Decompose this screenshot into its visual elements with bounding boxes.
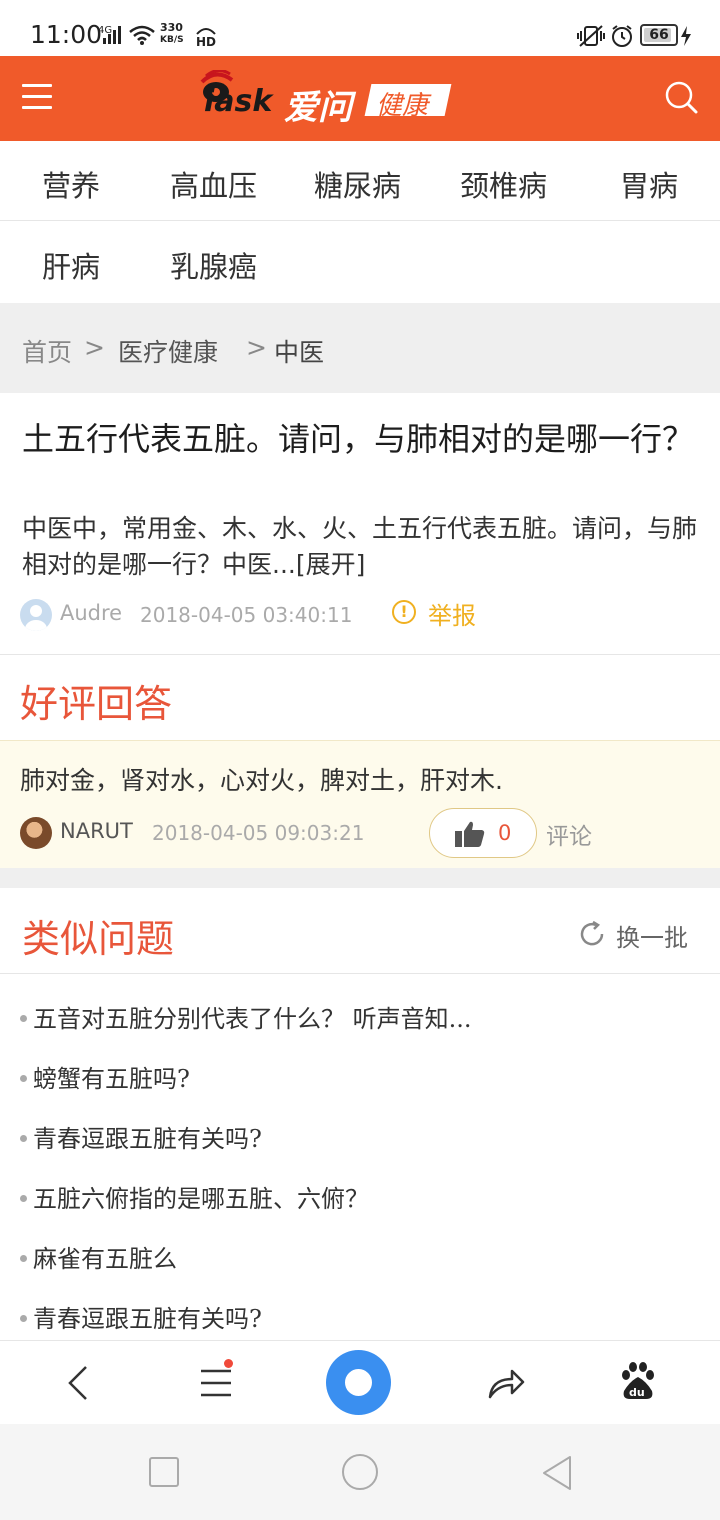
answer-user[interactable]: NARUT [60, 819, 133, 843]
category-nutrition[interactable]: 营养 [42, 163, 100, 205]
category-stomach[interactable]: 胃病 [620, 163, 678, 205]
breadcrumb-tcm[interactable]: 中医 [274, 333, 324, 369]
battery-level: 66 [649, 27, 669, 43]
speed-value: 330 [160, 21, 183, 34]
category-diabetes[interactable]: 糖尿病 [314, 163, 401, 205]
battery-indicator: 66 [640, 24, 678, 46]
user-avatar-icon [25, 605, 47, 631]
search-icon[interactable] [664, 80, 698, 114]
menu-bar-icon [22, 95, 52, 98]
vibrate-mute-icon [577, 25, 605, 47]
list-item[interactable]: 青春逗跟五脏有关吗? [20, 1299, 700, 1343]
breadcrumb-separator: > [246, 333, 267, 362]
like-button[interactable]: 0 [429, 808, 537, 858]
logo-brand: iask [204, 84, 273, 119]
home-button[interactable] [342, 1454, 378, 1490]
category-breast-cancer[interactable]: 乳腺癌 [170, 244, 257, 286]
list-item-text: 青春逗跟五脏有关吗? [33, 1125, 262, 1153]
report-button[interactable]: 举报 [428, 596, 476, 631]
list-item-text: 五音对五脏分别代表了什么？ 听声音知... [33, 1005, 472, 1033]
avatar[interactable] [20, 817, 52, 849]
comment-button[interactable]: 评论 [546, 817, 592, 851]
like-count: 0 [498, 821, 512, 845]
menu-bar-icon [22, 106, 52, 109]
list-item[interactable]: 麻雀有五脏么 [20, 1239, 700, 1283]
menu-button[interactable] [22, 84, 54, 110]
similar-title: 类似问题 [22, 917, 175, 961]
question-time: 2018-04-05 03:40:11 [140, 603, 353, 627]
answer-time: 2018-04-05 09:03:21 [152, 821, 365, 845]
logo-aiwen: 爱问 [284, 88, 352, 128]
question-user[interactable]: Audre [60, 601, 122, 625]
breadcrumb: 首页 > 医疗健康 > 中医 [0, 303, 720, 393]
avatar[interactable] [20, 599, 52, 631]
breadcrumb-medical[interactable]: 医疗健康 [118, 333, 218, 369]
share-icon[interactable] [486, 1363, 526, 1403]
list-item[interactable]: 螃蟹有五脏吗? [20, 1059, 700, 1103]
bullet-icon [20, 1195, 27, 1202]
bullet-icon [20, 1315, 27, 1322]
category-row: 营养 高血压 糖尿病 颈椎病 胃病 [0, 141, 720, 221]
question-title: 土五行代表五脏。请问，与肺相对的是哪一行？ [22, 420, 695, 458]
status-time: 11:00 [30, 20, 103, 49]
recents-button[interactable] [149, 1457, 179, 1487]
expand-link[interactable]: [展开] [296, 550, 366, 579]
speed-unit: KB/S [160, 35, 184, 45]
thumbs-up-icon [455, 821, 485, 847]
list-item-text: 五脏六俯指的是哪五脏、六俯？ [33, 1185, 369, 1213]
menu-icon[interactable] [198, 1363, 234, 1403]
good-answer-header: 好评回答 [0, 655, 720, 740]
signal-icon [103, 26, 121, 44]
logo-section: 健康 [376, 91, 429, 121]
category-cervical[interactable]: 颈椎病 [460, 163, 547, 205]
hd-icon: HD [196, 28, 216, 48]
breadcrumb-home[interactable]: 首页 [22, 333, 72, 369]
baidu-icon[interactable]: du [618, 1361, 658, 1403]
site-logo[interactable]: iask 爱问 健康 [196, 66, 456, 130]
list-item[interactable]: 五脏六俯指的是哪五脏、六俯？ [20, 1179, 700, 1223]
system-back-icon[interactable] [540, 1454, 574, 1492]
svg-text:du: du [629, 1386, 645, 1399]
svg-text:HD: HD [196, 35, 216, 48]
network-speed: 330 KB/S [160, 22, 184, 46]
bullet-icon [20, 1255, 27, 1262]
question-body: 中医中，常用金、木、水、火、土五行代表五脏。请问，与肺相对的是哪一行？中医...… [22, 511, 702, 583]
good-answer-title: 好评回答 [20, 682, 173, 726]
answer-text: 肺对金，肾对水，心对火，脾对土，肝对木. [20, 766, 503, 795]
category-nav: 营养 高血压 糖尿病 颈椎病 胃病 肝病 乳腺癌 [0, 141, 720, 303]
wifi-icon [129, 25, 155, 45]
refresh-button[interactable]: 换一批 [616, 918, 688, 953]
list-item[interactable]: 青春逗跟五脏有关吗? [20, 1119, 700, 1163]
report-icon[interactable]: ! [392, 600, 416, 624]
list-item-text: 麻雀有五脏么 [33, 1245, 177, 1273]
browser-toolbar: du [0, 1340, 720, 1424]
home-icon[interactable] [326, 1350, 391, 1415]
notification-dot [224, 1359, 233, 1368]
list-item-text: 青春逗跟五脏有关吗? [33, 1305, 262, 1333]
alarm-icon [612, 25, 632, 47]
bullet-icon [20, 1075, 27, 1082]
home-icon-ring [345, 1369, 372, 1396]
list-item[interactable]: 五音对五脏分别代表了什么？ 听声音知... [20, 999, 700, 1043]
category-hypertension[interactable]: 高血压 [170, 163, 257, 205]
question-card: 土五行代表五脏。请问，与肺相对的是哪一行？ 中医中，常用金、木、水、火、土五行代… [0, 393, 720, 655]
menu-bar-icon [22, 84, 52, 87]
similar-header: 类似问题 换一批 [0, 888, 720, 974]
site-header: iask 爱问 健康 [0, 56, 720, 141]
category-liver[interactable]: 肝病 [42, 244, 100, 286]
status-bar: 11:00 4G 330 KB/S HD 66 [0, 0, 720, 56]
category-row: 肝病 乳腺癌 [0, 222, 720, 302]
bullet-icon [20, 1135, 27, 1142]
answer-card: 肺对金，肾对水，心对火，脾对土，肝对木. NARUT 2018-04-05 09… [0, 740, 720, 868]
section-divider [0, 868, 720, 888]
bullet-icon [20, 1015, 27, 1022]
breadcrumb-separator: > [84, 333, 105, 362]
system-nav-bar [0, 1424, 720, 1520]
back-icon[interactable] [62, 1363, 96, 1403]
charging-icon [681, 26, 691, 46]
refresh-icon[interactable] [578, 920, 606, 948]
list-item-text: 螃蟹有五脏吗? [33, 1065, 190, 1093]
